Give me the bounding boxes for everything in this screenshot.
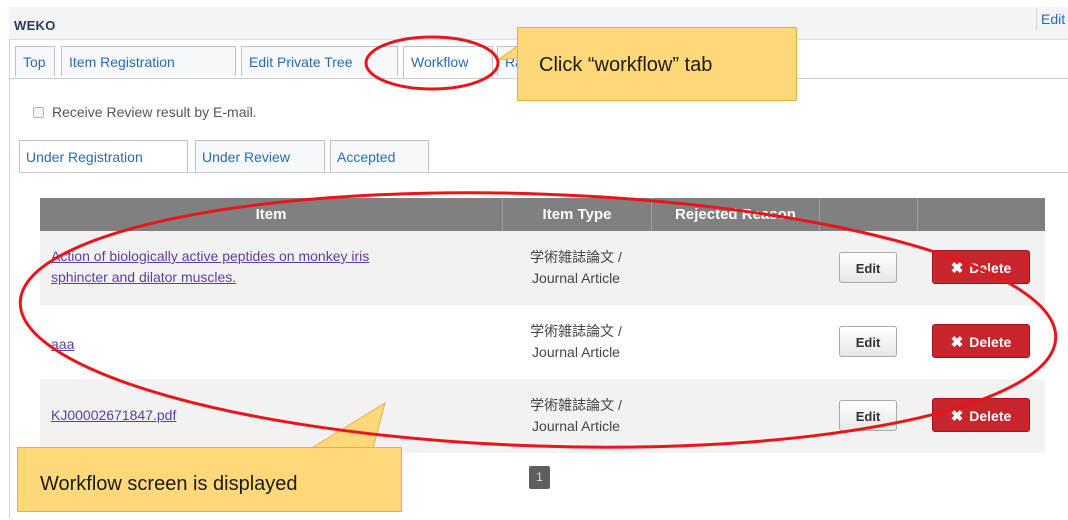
top-callout: Click “workflow” tab [517,27,797,101]
workflow-tab-highlight [364,35,500,91]
table-highlight [18,191,1058,449]
bottom-callout: Workflow screen is displayed [17,447,402,512]
